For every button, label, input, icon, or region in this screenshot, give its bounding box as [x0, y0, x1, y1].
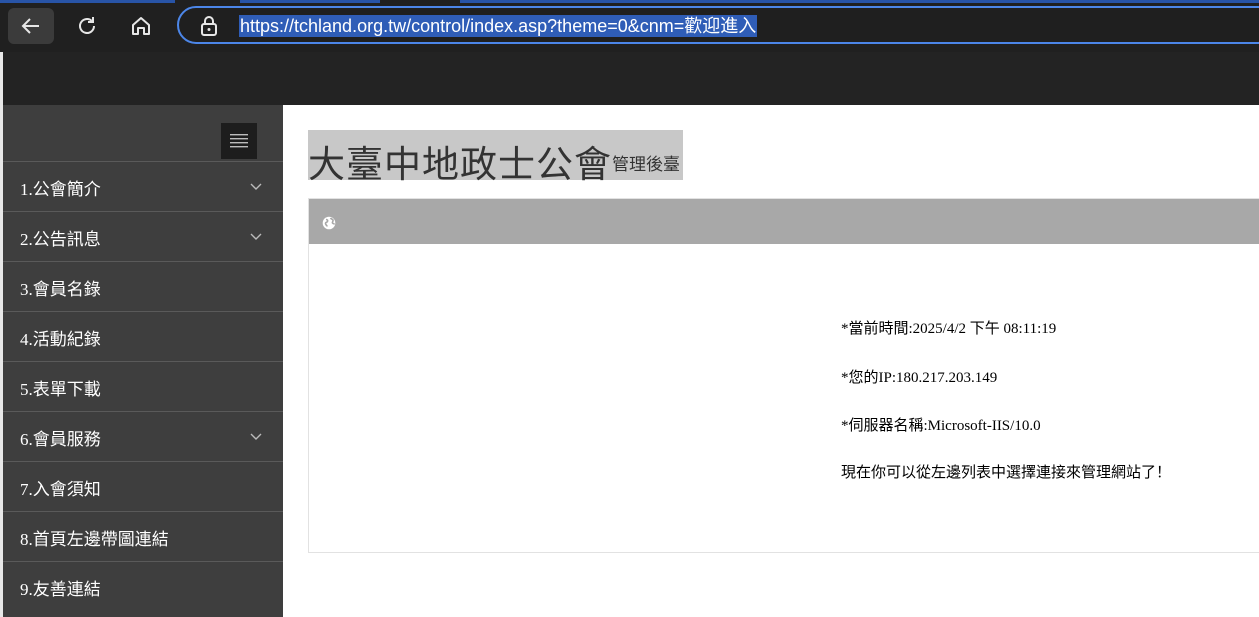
current-time-text: *當前時間:2025/4/2 下午 08:11:19 [841, 321, 1057, 337]
sidebar-item-label: 2.公告訊息 [20, 230, 101, 249]
sidebar-item-label: 5.表單下載 [20, 380, 101, 399]
ip-text: *您的IP:180.217.203.149 [841, 370, 998, 386]
sidebar-item-label: 8.首頁左邊帶圖連結 [20, 530, 169, 549]
menu-toggle-button[interactable] [221, 123, 257, 159]
sidebar-item[interactable]: 6.會員服務 [3, 411, 283, 461]
sidebar-menu: 1.公會簡介 2.公告訊息 3.會員名錄 4.活動紀錄 5.表單下載 6.會員服… [3, 161, 283, 611]
back-button[interactable] [8, 8, 54, 44]
server-name-text: *伺服器名稱:Microsoft-IIS/10.0 [841, 418, 1041, 434]
sidebar-item[interactable]: 7.入會須知 [3, 461, 283, 511]
globe-icon [322, 216, 336, 230]
welcome-panel: *當前時間:2025/4/2 下午 08:11:19 *您的IP:180.217… [308, 198, 1259, 553]
welcome-message: 現在你可以從左邊列表中選擇連接來管理網站了！ [841, 463, 1172, 481]
sidebar-item[interactable]: 4.活動紀錄 [3, 311, 283, 361]
sidebar-item-label: 6.會員服務 [20, 430, 101, 449]
sidebar-item-label: 9.友善連結 [20, 580, 101, 599]
sidebar: 1.公會簡介 2.公告訊息 3.會員名錄 4.活動紀錄 5.表單下載 6.會員服… [3, 105, 283, 617]
sidebar-item-label: 7.入會須知 [20, 480, 101, 499]
sidebar-item[interactable]: 5.表單下載 [3, 361, 283, 411]
chevron-down-icon [250, 433, 262, 440]
panel-header [309, 199, 1259, 244]
sidebar-item-label: 3.會員名錄 [20, 280, 101, 299]
chevron-down-icon [250, 233, 262, 240]
reload-button[interactable] [64, 8, 110, 44]
lock-icon [201, 16, 217, 36]
site-title: 大臺中地政士公會 [308, 143, 612, 186]
chevron-down-icon [250, 183, 262, 190]
hamburger-icon [230, 134, 248, 148]
page-title: 大臺中地政士公會 管理後臺 [308, 130, 683, 186]
sidebar-item[interactable]: 3.會員名錄 [3, 261, 283, 311]
sidebar-item-label: 1.公會簡介 [20, 180, 101, 199]
home-icon [132, 17, 150, 35]
sidebar-item-label: 4.活動紀錄 [20, 330, 101, 349]
sidebar-item[interactable]: 1.公會簡介 [3, 161, 283, 211]
site-header [3, 52, 1259, 105]
home-button[interactable] [118, 8, 164, 44]
url-text[interactable]: https://tchland.org.tw/control/index.asp… [239, 15, 758, 37]
address-bar[interactable]: https://tchland.org.tw/control/index.asp… [177, 6, 1259, 44]
sidebar-item[interactable]: 8.首頁左邊帶圖連結 [3, 511, 283, 561]
site-subtitle: 管理後臺 [612, 155, 680, 175]
reload-icon [79, 17, 95, 34]
back-arrow-icon [21, 18, 39, 34]
sidebar-item[interactable]: 2.公告訊息 [3, 211, 283, 261]
sidebar-item[interactable]: 9.友善連結 [3, 561, 283, 611]
tab-strip-edge [0, 0, 1259, 3]
browser-toolbar: https://tchland.org.tw/control/index.asp… [0, 0, 1259, 52]
